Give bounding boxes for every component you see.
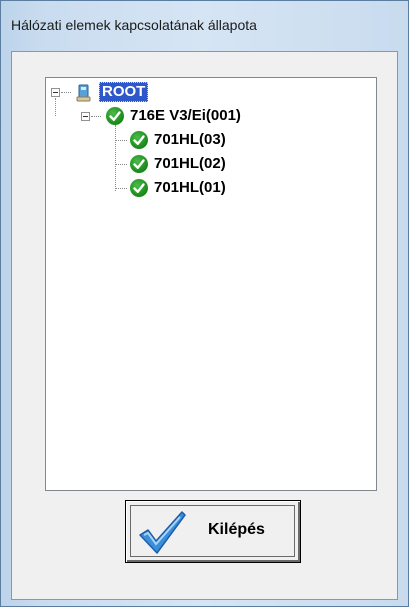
network-tree-view[interactable]: ROOT 716E V3/Ei(001) 701HL(03) 701HL(02)… [45, 77, 377, 491]
root-collapse-toggle[interactable] [51, 88, 60, 97]
window-title: Hálózati elemek kapcsolatának állapota [11, 17, 257, 33]
tree-node-child[interactable]: 701HL(01) [154, 179, 226, 197]
tree-connector [115, 188, 127, 189]
tree-node-root[interactable]: ROOT [99, 82, 149, 102]
tree-connector [115, 140, 127, 141]
tree-connector [115, 125, 116, 191]
child-status-check-icon [130, 155, 148, 173]
checkmark-icon [138, 509, 188, 560]
dialog-window: Hálózati elemek kapcsolatának állapota R… [0, 0, 409, 607]
device-collapse-toggle[interactable] [81, 112, 90, 121]
tree-connector [91, 116, 101, 117]
title-bar[interactable]: Hálózati elemek kapcsolatának állapota [1, 1, 408, 51]
tree-node-child[interactable]: 701HL(02) [154, 155, 226, 173]
exit-button-label: Kilépés [208, 521, 265, 538]
tree-node-child[interactable]: 701HL(03) [154, 131, 226, 149]
device-status-check-icon [106, 107, 124, 125]
tree-node-device[interactable]: 716E V3/Ei(001) [130, 107, 241, 125]
dialog-client-area: ROOT 716E V3/Ei(001) 701HL(03) 701HL(02)… [11, 51, 398, 600]
tree-connector [61, 92, 71, 93]
network-root-icon [76, 84, 92, 102]
tree-connector [55, 98, 56, 116]
exit-button[interactable]: Kilépés [125, 500, 301, 563]
child-status-check-icon [130, 179, 148, 197]
tree-connector [115, 164, 127, 165]
child-status-check-icon [130, 131, 148, 149]
